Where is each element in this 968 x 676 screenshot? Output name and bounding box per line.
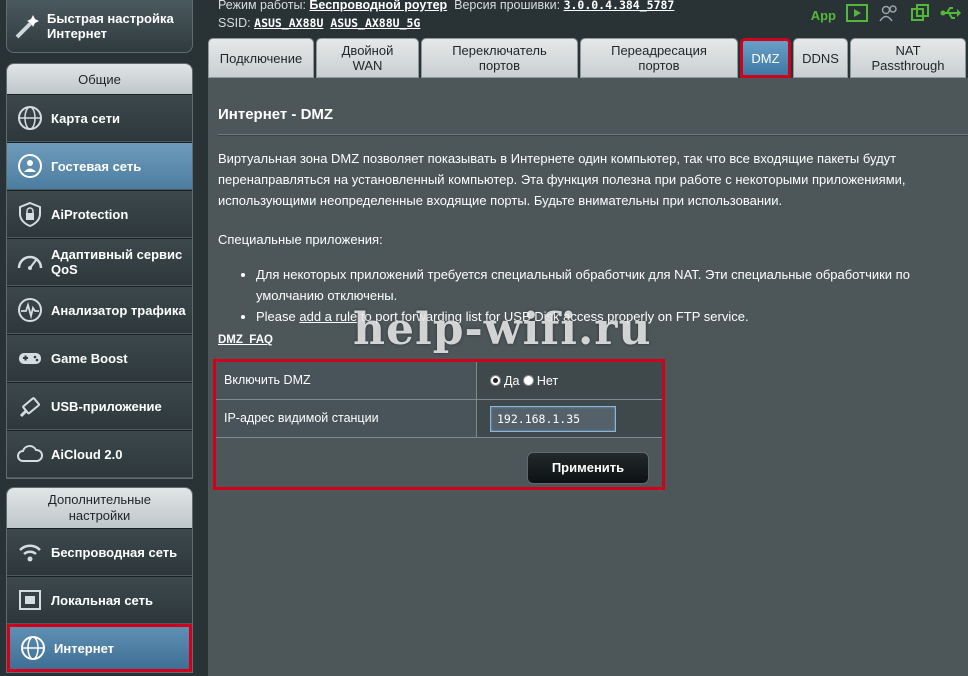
mode-row: Режим работы: Беспроводной роутер Версия… (218, 0, 674, 14)
speedometer-icon (13, 245, 47, 279)
dmz-yes-label[interactable]: Да (504, 374, 519, 388)
tab-dual-wan[interactable]: Двойной WAN (316, 38, 419, 78)
special-apps-label: Специальные приложения: (218, 232, 383, 247)
tab-ddns[interactable]: DDNS (793, 38, 848, 78)
list-item: Please add a rule to port forwarding lis… (256, 306, 956, 327)
sidebar-item-qos[interactable]: Адаптивный сервис QoS (7, 238, 192, 286)
general-group-title: Общие (7, 64, 192, 94)
gamepad-icon (13, 341, 47, 375)
bullet-prefix: Please (256, 309, 296, 324)
users-icon[interactable] (878, 4, 900, 27)
sidebar: Быстрая настройка Интернет Общие Карта с… (0, 0, 200, 676)
play-icon[interactable] (846, 4, 868, 27)
dmz-no-label[interactable]: Нет (537, 374, 558, 388)
usb-status-icon[interactable] (940, 4, 962, 27)
usb-icon (13, 389, 47, 423)
shield-lock-icon (13, 197, 47, 231)
globe-network-icon (13, 101, 47, 135)
router-info: Режим работы: Беспроводной роутер Версия… (218, 0, 674, 32)
quick-setup-label: Быстрая настройка Интернет (47, 11, 174, 41)
sidebar-item-label: Беспроводная сеть (51, 544, 178, 560)
mode-link[interactable]: Беспроводной роутер (309, 0, 447, 12)
bullet-suffix: to port forwarding list for USB Disk acc… (360, 309, 749, 324)
traffic-analyzer-icon (13, 293, 47, 327)
tab-nat-passthrough[interactable]: NAT Passthrough (850, 38, 966, 78)
sidebar-item-label: Интернет (54, 640, 115, 656)
sidebar-item-lan[interactable]: Локальная сеть (7, 576, 192, 624)
enable-dmz-label: Включить DMZ (216, 362, 477, 399)
sidebar-item-aicloud[interactable]: AiCloud 2.0 (7, 430, 192, 478)
sidebar-item-label: AiCloud 2.0 (51, 446, 123, 462)
title-divider (218, 134, 968, 136)
sidebar-item-aiprotection[interactable]: AiProtection (7, 190, 192, 238)
sidebar-item-label: Карта сети (51, 110, 120, 126)
cloud-icon (13, 437, 47, 471)
copy-icon[interactable] (910, 4, 930, 27)
globe-icon (16, 631, 50, 665)
guest-network-icon (13, 149, 47, 183)
ssid-row: SSID: ASUS_AX88U ASUS_AX88U_5G (218, 14, 674, 32)
sidebar-item-label: Гостевая сеть (51, 158, 142, 174)
magic-wand-icon (13, 9, 43, 43)
sidebar-item-network-map[interactable]: Карта сети (7, 94, 192, 142)
mode-label: Режим работы: (218, 0, 306, 12)
sidebar-item-guest-network[interactable]: Гостевая сеть (7, 142, 192, 190)
quick-setup-button[interactable]: Быстрая настройка Интернет (6, 0, 193, 53)
dmz-faq-link[interactable]: DMZ_FAQ (218, 334, 273, 346)
enable-dmz-options: Да Нет (478, 362, 558, 399)
ip-address-label: IP-адрес видимой станции (216, 400, 477, 437)
ip-address-field-wrap: 192.168.1.35 (478, 400, 616, 437)
firmware-label: Версия прошивки: (454, 0, 561, 12)
content-panel: Интернет - DMZ Виртуальная зона DMZ позв… (208, 78, 968, 676)
ssid-2-link[interactable]: ASUS_AX88U_5G (330, 16, 420, 30)
firmware-link[interactable]: 3.0.0.4.384_5787 (564, 0, 675, 12)
general-group: Общие Карта сети Гостевая сеть AiProtect… (6, 63, 193, 479)
sidebar-item-label: USB-приложение (51, 398, 162, 414)
advanced-group-title: Дополнительные настройки (7, 488, 192, 528)
apply-button[interactable]: Применить (527, 452, 649, 484)
sidebar-item-game-boost[interactable]: Game Boost (7, 334, 192, 382)
special-apps-list: Для некоторых приложений требуется специ… (236, 264, 956, 327)
ssid-1-link[interactable]: ASUS_AX88U (254, 16, 323, 30)
dmz-description: Виртуальная зона DMZ позволяет показыват… (218, 151, 906, 208)
sidebar-item-wireless[interactable]: Беспроводная сеть (7, 528, 192, 576)
sidebar-item-label: Адаптивный сервис QoS (51, 247, 183, 277)
sidebar-item-label: Game Boost (51, 350, 128, 366)
sidebar-item-traffic-analyzer[interactable]: Анализатор трафика (7, 286, 192, 334)
ip-address-input[interactable]: 192.168.1.35 (490, 405, 616, 432)
tab-port-switch[interactable]: Переключатель портов (421, 38, 578, 78)
dmz-no-radio[interactable] (522, 375, 534, 386)
dmz-settings-form: Включить DMZ Да Нет IP-адрес видимой ста… (213, 359, 665, 490)
lan-icon (13, 583, 47, 617)
ssid-label: SSID: (218, 16, 251, 30)
enable-dmz-row: Включить DMZ Да Нет (216, 362, 662, 400)
add-rule-link[interactable]: add a rule (299, 309, 357, 324)
sidebar-item-internet[interactable]: Интернет (7, 624, 192, 672)
sidebar-item-label: Анализатор трафика (51, 302, 186, 318)
sidebar-item-label: AiProtection (51, 206, 129, 222)
app-label[interactable]: App (811, 8, 836, 23)
sidebar-item-usb-app[interactable]: USB-приложение (7, 382, 192, 430)
advanced-group: Дополнительные настройки Беспроводная се… (6, 487, 193, 673)
status-icons: App (811, 4, 962, 27)
wireless-icon (13, 535, 47, 569)
list-item: Для некоторых приложений требуется специ… (256, 264, 956, 306)
ip-address-row: IP-адрес видимой станции 192.168.1.35 (216, 400, 662, 438)
tab-dmz[interactable]: DMZ (740, 38, 791, 78)
tab-connection[interactable]: Подключение (208, 38, 314, 78)
page-title: Интернет - DMZ (218, 106, 334, 123)
tab-port-forwarding[interactable]: Переадресация портов (580, 38, 738, 78)
sidebar-item-label: Локальная сеть (51, 592, 153, 608)
dmz-yes-radio[interactable] (490, 375, 501, 386)
